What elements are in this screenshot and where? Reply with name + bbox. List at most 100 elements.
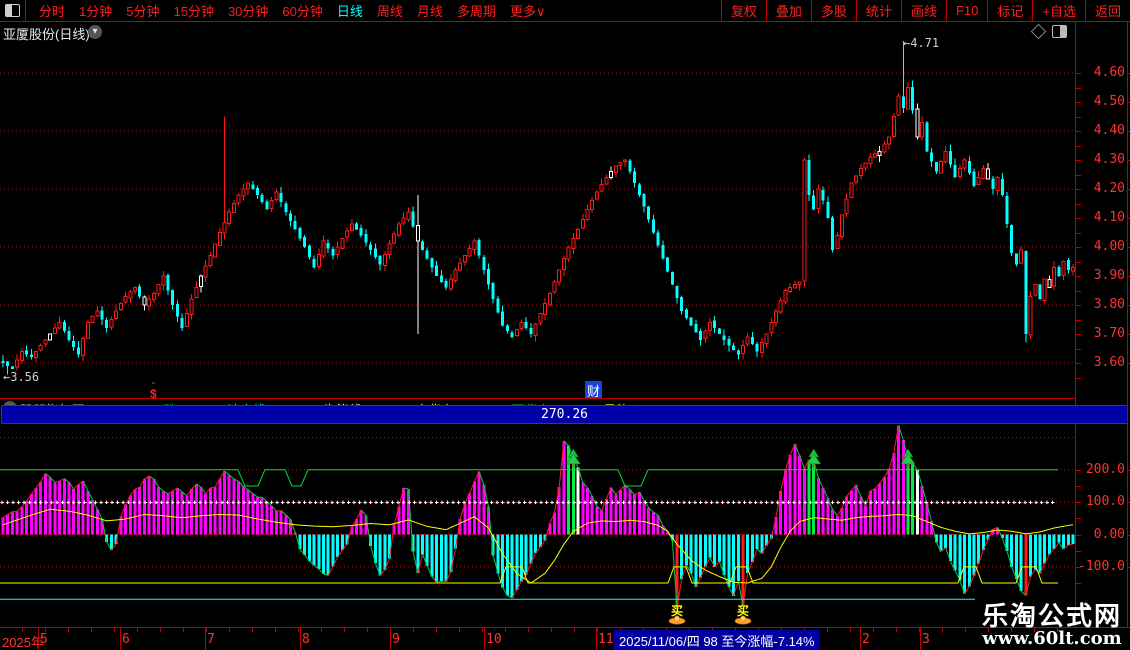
month-label-3: 3 [922,632,930,647]
month-label-2: 2 [862,632,870,647]
candlestick-chart[interactable] [0,22,1075,398]
price-label-3.90: 3.90 [1093,268,1125,283]
price-label-3.70: 3.70 [1093,326,1125,341]
menu-item-5[interactable]: 60分钟 [275,0,329,22]
watermark-site-name: 乐淘公式网 [981,600,1122,631]
month-label-6: 6 [122,632,130,647]
price-label-3.80: 3.80 [1093,297,1125,312]
indicator-label-100.0: 100.0 [1085,494,1125,510]
axis-tick [1076,145,1081,147]
month-separator [390,628,391,650]
axis-tick [1076,232,1081,234]
time-axis[interactable]: 2025年 2025/11/06/四 98 至今涨幅-7.14% 5 6 7 8 9 10… [0,627,1130,650]
axis-tick [1076,469,1081,471]
menu-divider [25,0,26,21]
axis-tick [1076,305,1081,306]
month-label-5: 5 [40,632,48,647]
month-label-9: 9 [392,632,400,647]
time-axis-ticks [0,628,1075,632]
month-separator [120,628,121,650]
month-separator [484,628,485,650]
axis-tick [1076,174,1081,176]
tool-item-2[interactable]: 多股 [810,0,856,21]
axis-tick [1076,261,1081,263]
lowest-price-annotation: ←3.56 [3,370,40,384]
axis-tick [1076,334,1081,335]
menu-item-2[interactable]: 5分钟 [119,0,166,22]
axis-tick [1076,502,1081,504]
tool-item-1[interactable]: 叠加 [765,0,811,21]
axis-right-edge [1127,22,1128,648]
axis-tick [1076,485,1081,487]
menu-item-6[interactable]: 日线 [330,0,370,22]
price-label-3.60: 3.60 [1093,355,1125,370]
highest-price-annotation: ←4.71 [903,36,940,50]
axis-tick [1076,189,1081,190]
axis-tick [1076,203,1081,205]
cci-indicator-chart[interactable]: 买买 [0,418,1075,627]
current-indicator-value: 270.26 [1,405,1128,424]
tool-item-8[interactable]: 返回 [1084,0,1130,21]
price-axis: 4.60 4.50 4.40 4.30 4.20 4.10 4.00 3.90 3.80 3.70… [1075,22,1130,648]
menu-item-1[interactable]: 1分钟 [72,0,119,22]
layout-toggle-icon[interactable] [5,4,20,17]
tool-item-5[interactable]: F10 [945,0,987,21]
axis-tick [1076,348,1081,350]
axis-tick [1076,290,1081,292]
menu-item-10[interactable]: 更多∨ [503,0,553,22]
axis-tick [1076,247,1081,248]
top-menu-bar: 分时 1分钟 5分钟 15分钟 30分钟 60分钟 日线 周线 月线 多周期 更多∨ 复权 叠加 多股统… [0,0,1130,22]
month-label-8: 8 [302,632,310,647]
axis-tick [1076,218,1081,219]
month-separator [300,628,301,650]
menu-item-7[interactable]: 周线 [370,0,410,22]
menu-item-9[interactable]: 多周期 [450,0,503,22]
indicator-label-200.0: 200.0 [1085,461,1125,477]
indicator-label-0.00: 0.00 [1093,526,1125,542]
pane-corner-icons [1030,23,1067,40]
axis-tick [1076,550,1081,552]
month-label-10: 10 [486,632,502,647]
axis-tick [1076,131,1081,132]
month-separator [205,628,206,650]
dollar-marker: ⌃ $ [150,381,157,401]
menu-item-4[interactable]: 30分钟 [221,0,275,22]
tool-menu: 复权 叠加 多股 统计 画线 F10 标记 +自选 返回 [720,0,1130,21]
price-label-4.50: 4.50 [1093,94,1125,109]
axis-tick [1076,87,1081,89]
tool-item-0[interactable]: 复权 [720,0,766,21]
period-menu: 分时 1分钟 5分钟 15分钟 30分钟 60分钟 日线 周线 月线 多周期 更多∨ [0,0,552,22]
menu-item-3[interactable]: 15分钟 [166,0,220,22]
axis-tick [1076,566,1081,568]
tool-item-3[interactable]: 统计 [855,0,901,21]
tool-item-7[interactable]: +自选 [1032,0,1085,21]
month-separator [920,628,921,650]
date-info-box: 2025/11/06/四 98 至今涨幅-7.14% [614,630,820,650]
axis-tick [1076,116,1081,118]
indicator-label--100.0: -100.0 [1078,558,1125,574]
price-label-4.10: 4.10 [1093,210,1125,225]
axis-tick [1076,518,1081,520]
axis-tick [1076,377,1081,379]
axis-tick [1076,582,1081,584]
price-label-4.00: 4.00 [1093,239,1125,254]
axis-tick [1076,319,1081,321]
tool-item-4[interactable]: 画线 [900,0,946,21]
tool-item-6[interactable]: 标记 [987,0,1032,21]
split-window-icon[interactable] [1052,25,1067,38]
axis-tick [1076,102,1081,103]
axis-tick [1076,276,1081,277]
menu-item-0[interactable]: 分时 [32,0,72,22]
axis-tick [1076,363,1081,364]
price-label-4.30: 4.30 [1093,152,1125,167]
diamond-icon[interactable] [1030,23,1047,40]
trading-app-window: 分时 1分钟 5分钟 15分钟 30分钟 60分钟 日线 周线 月线 多周期 更多∨ 复权 叠加 多股统… [0,0,1130,650]
menu-item-8[interactable]: 月线 [410,0,450,22]
month-label-11: 11 [598,632,614,647]
watermark: 乐淘公式网 www.60lt.com [981,600,1122,650]
month-separator [596,628,597,650]
watermark-url: www.60lt.com [982,628,1122,650]
price-label-4.40: 4.40 [1093,123,1125,138]
price-label-4.20: 4.20 [1093,181,1125,196]
price-label-4.60: 4.60 [1093,65,1125,80]
